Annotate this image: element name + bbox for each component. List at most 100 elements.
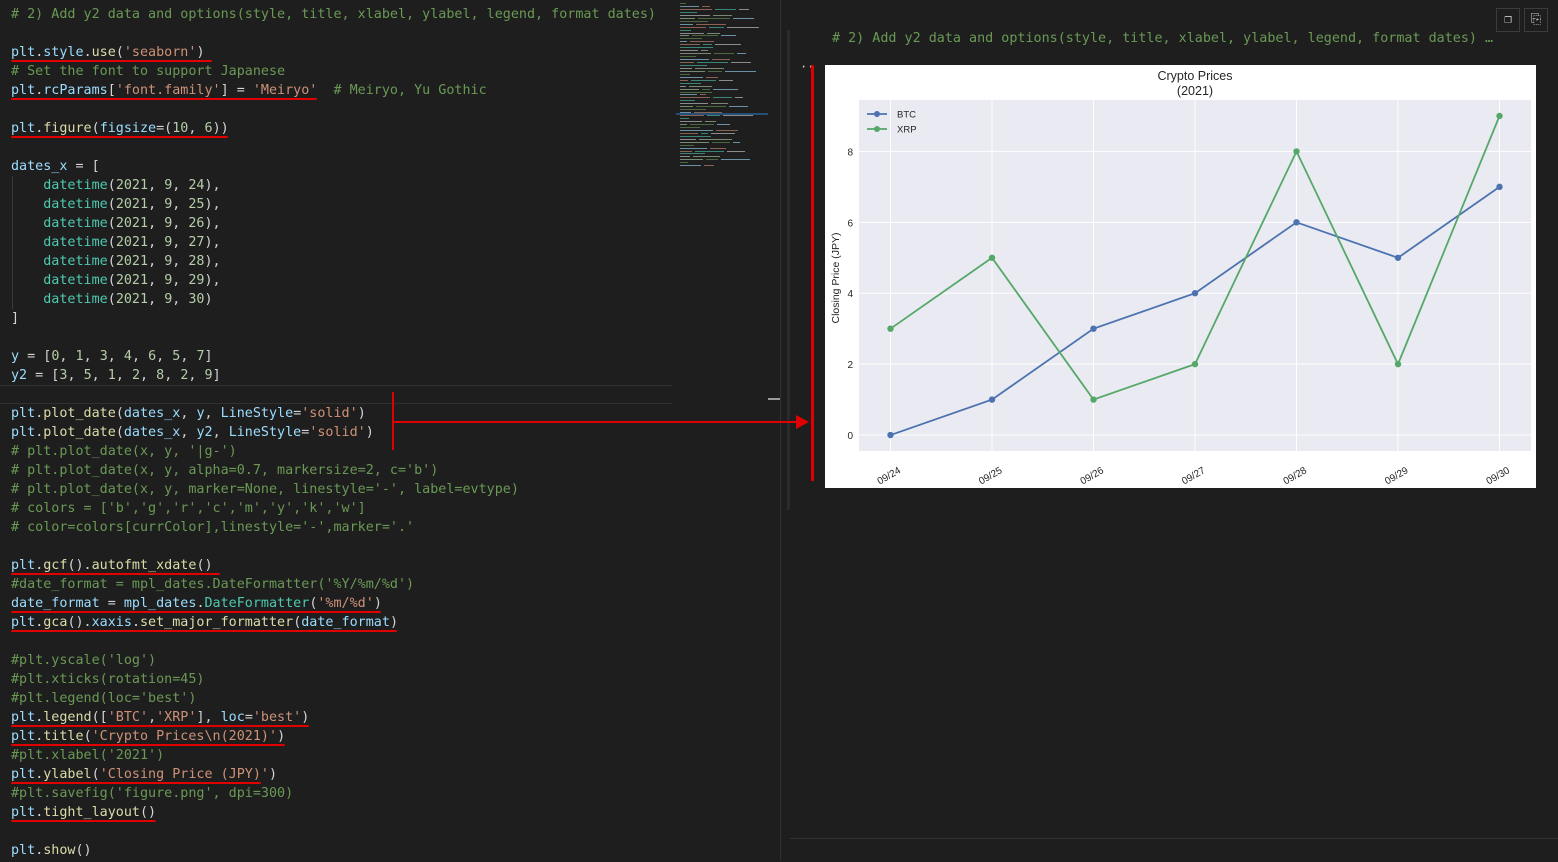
code-token: = bbox=[244, 710, 253, 725]
code-line[interactable]: datetime(2021, 9, 27), bbox=[11, 233, 221, 252]
code-token: 2021 bbox=[115, 273, 149, 288]
code-line[interactable]: #plt.savefig('figure.png', dpi=300) bbox=[11, 784, 293, 803]
code-line[interactable]: # colors = ['b','g','r','c','m','y','k',… bbox=[11, 499, 366, 518]
code-token: LineStyle bbox=[220, 406, 294, 421]
code-line[interactable]: # plt.plot_date(x, y, marker=None, lines… bbox=[11, 480, 519, 499]
code-line[interactable]: #plt.legend(loc='best') bbox=[11, 689, 196, 708]
code-token: datetime bbox=[43, 216, 108, 231]
minimap-line bbox=[680, 156, 690, 158]
code-line[interactable]: plt.plot_date(dates_x, y2, LineStyle='so… bbox=[11, 423, 374, 442]
code-line[interactable]: dates_x = [ bbox=[11, 157, 100, 176]
minimap-line bbox=[707, 32, 720, 34]
code-token: . bbox=[196, 596, 205, 611]
code-token: date_format bbox=[11, 596, 100, 611]
code-token: , bbox=[148, 178, 165, 193]
code-token: () bbox=[75, 843, 92, 858]
code-token: plt bbox=[11, 710, 36, 725]
minimap[interactable] bbox=[676, 0, 768, 861]
code-line[interactable]: # 2) Add y2 data and options(style, titl… bbox=[11, 5, 656, 24]
minimap-viewport[interactable] bbox=[676, 113, 768, 115]
code-token: plt bbox=[11, 45, 36, 60]
code-line[interactable]: datetime(2021, 9, 25), bbox=[11, 195, 220, 214]
code-token: ), bbox=[204, 235, 221, 250]
code-line[interactable]: # Set the font to support Japanese bbox=[11, 62, 285, 81]
minimap-line bbox=[680, 85, 686, 87]
minimap-line bbox=[680, 126, 700, 128]
code-line[interactable]: datetime(2021, 9, 30) bbox=[11, 290, 212, 309]
minimap-line bbox=[680, 26, 706, 28]
annotation-underline bbox=[11, 820, 156, 822]
clipboard-button[interactable]: ⎘ bbox=[1524, 8, 1548, 32]
minimap-line bbox=[680, 41, 687, 43]
code-line[interactable]: y = [0, 1, 3, 4, 6, 5, 7] bbox=[11, 347, 213, 366]
minimap-line bbox=[698, 17, 730, 19]
minimap-line bbox=[727, 150, 745, 152]
split-handle[interactable] bbox=[768, 398, 780, 400]
code-line[interactable]: ] bbox=[11, 309, 19, 328]
code-token: datetime bbox=[43, 292, 108, 307]
copy-button[interactable]: ❐ bbox=[1496, 8, 1520, 32]
code-line[interactable]: datetime(2021, 9, 24), bbox=[11, 176, 220, 195]
minimap-line bbox=[703, 44, 712, 46]
code-token: 6 bbox=[148, 349, 157, 364]
code-line[interactable]: # plt.plot_date(x, y, alpha=0.7, markers… bbox=[11, 461, 438, 480]
code-token: use bbox=[91, 45, 116, 60]
minimap-line bbox=[680, 62, 694, 63]
code-token: , bbox=[180, 425, 197, 440]
code-token: , bbox=[164, 368, 181, 383]
code-line[interactable]: datetime(2021, 9, 29), bbox=[11, 271, 220, 290]
code-line[interactable]: # plt.plot_date(x, y, '|g-') bbox=[11, 442, 237, 461]
code-token: 'solid' bbox=[309, 425, 366, 440]
code-token: () bbox=[140, 805, 157, 820]
code-token: plt bbox=[11, 425, 36, 440]
minimap-line bbox=[680, 150, 692, 152]
code-line[interactable]: datetime(2021, 9, 28), bbox=[11, 252, 220, 271]
minimap-line bbox=[717, 123, 730, 125]
minimap-line bbox=[680, 135, 711, 137]
minimap-line bbox=[680, 29, 691, 31]
minimap-line bbox=[695, 67, 724, 69]
code-token: ( bbox=[115, 425, 124, 440]
minimap-line bbox=[702, 5, 710, 7]
minimap-line bbox=[680, 159, 703, 161]
code-line[interactable]: #date_format = mpl_dates.DateFormatter('… bbox=[11, 575, 414, 594]
code-editor[interactable]: # 2) Add y2 data and options(style, titl… bbox=[0, 0, 672, 861]
code-token: # plt.plot_date(x, y, alpha=0.7, markers… bbox=[11, 463, 439, 478]
minimap-line bbox=[680, 64, 707, 66]
chart-title-line-2: (2021) bbox=[1177, 84, 1213, 98]
data-point-btc bbox=[887, 431, 894, 439]
minimap-line bbox=[714, 53, 734, 55]
code-line[interactable]: datetime(2021, 9, 26), bbox=[11, 214, 220, 233]
code-token: =( bbox=[156, 121, 173, 136]
code-line[interactable]: y2 = [3, 5, 1, 2, 8, 2, 9] bbox=[11, 366, 221, 385]
code-token: ( bbox=[107, 254, 116, 269]
annotation-underline bbox=[11, 611, 382, 613]
code-token: '%m/%d' bbox=[317, 596, 374, 611]
y-tick-label: 2 bbox=[847, 360, 853, 371]
annotation-arrow-line bbox=[392, 421, 796, 423]
code-token: autofmt_xdate bbox=[91, 558, 197, 573]
code-token: ) bbox=[389, 615, 398, 630]
code-line[interactable]: #plt.yscale('log') bbox=[11, 651, 156, 670]
code-token: ( bbox=[107, 178, 116, 193]
code-token: ylabel bbox=[43, 767, 92, 782]
code-token: , bbox=[172, 197, 189, 212]
minimap-line bbox=[695, 150, 724, 152]
minimap-line bbox=[731, 62, 751, 63]
code-line[interactable]: # color=colors[currColor],linestyle='-',… bbox=[11, 518, 414, 537]
code-line[interactable]: plt.plot_date(dates_x, y, LineStyle='sol… bbox=[11, 404, 366, 423]
minimap-line bbox=[680, 50, 698, 52]
code-token: ] bbox=[11, 311, 20, 326]
code-line[interactable]: #plt.xticks(rotation=45) bbox=[11, 670, 204, 689]
code-line[interactable]: #plt.xlabel('2021') bbox=[11, 746, 164, 765]
code-token: ( bbox=[115, 45, 124, 60]
code-line[interactable]: plt.show() bbox=[11, 841, 92, 860]
code-token: ( bbox=[107, 273, 116, 288]
code-token: ( bbox=[107, 216, 116, 231]
data-point-xrp bbox=[887, 325, 894, 332]
minimap-line bbox=[680, 76, 703, 78]
scrollbar[interactable] bbox=[787, 30, 790, 510]
code-token: # Set the font to support Japanese bbox=[11, 64, 286, 79]
code-token: mpl_dates bbox=[123, 596, 197, 611]
code-token: 24 bbox=[188, 178, 205, 193]
